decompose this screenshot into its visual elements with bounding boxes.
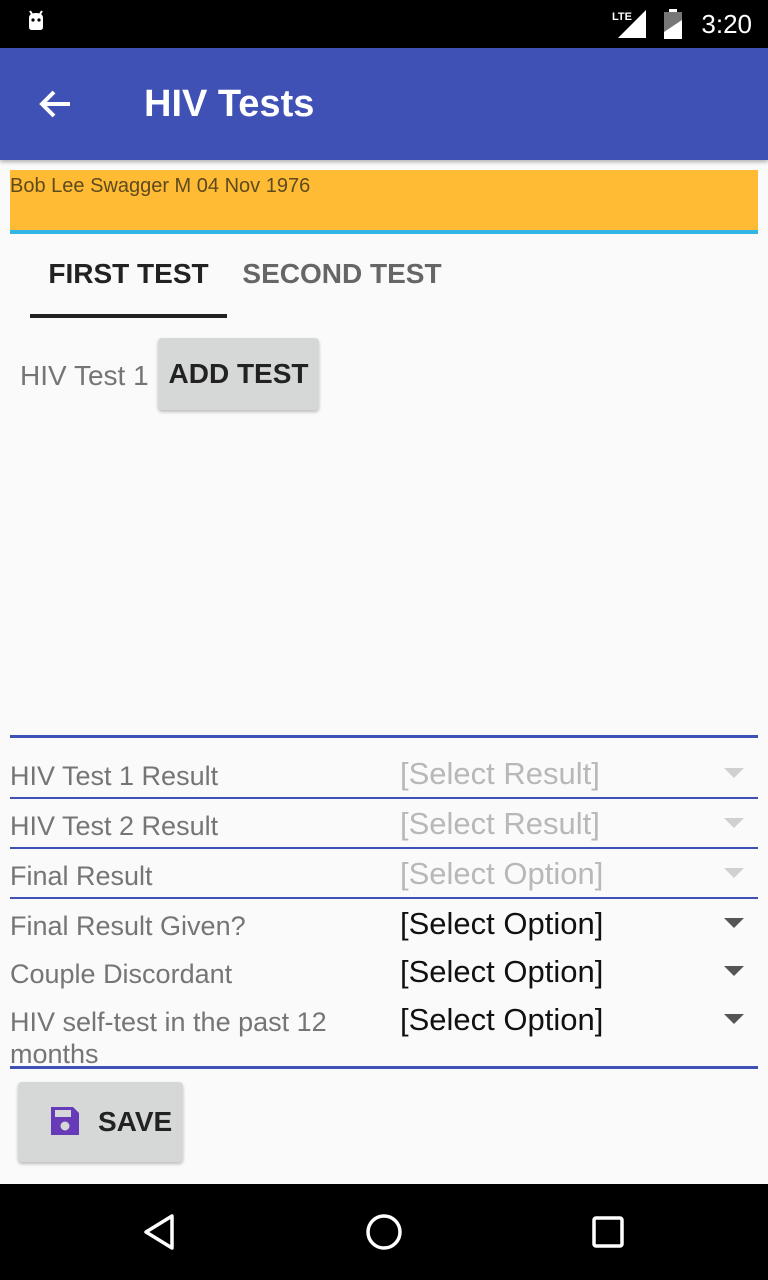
row-label: Couple Discordant [10,959,233,989]
app-bar: HIV Tests [0,48,768,160]
page-title: HIV Tests [144,83,315,125]
row-divider [10,847,758,849]
status-bar: LTE 3:20 [0,0,768,48]
select-self-test[interactable]: [Select Option] [400,1000,603,1040]
svg-text:LTE: LTE [612,11,632,23]
row-divider [10,797,758,799]
form-row-test1-result[interactable]: HIV Test 1 Result [Select Result] [10,756,758,796]
nav-home-button[interactable] [360,1208,408,1256]
screen: LTE 3:20 HIV Tests Bob Lee Swagger M 04 … [0,0,768,1280]
row-label: HIV self-test in the past 12 months [10,1007,327,1069]
navigation-bar [0,1184,768,1280]
patient-summary: Bob Lee Swagger M 04 Nov 1976 [10,175,311,197]
arrow-back-icon [39,90,70,118]
form-bottom-divider [10,1066,758,1069]
nav-home-icon [366,1214,402,1250]
row-label: HIV Test 2 Result [10,811,219,841]
back-button[interactable] [24,72,88,136]
status-clock: 3:20 [701,9,752,39]
form-top-divider [10,735,758,738]
select-couple-discordant[interactable]: [Select Option] [400,952,603,992]
tab-first-test[interactable]: FIRST TEST [30,236,227,318]
nav-recents-button[interactable] [584,1208,632,1256]
dropdown-arrow-icon [724,768,744,778]
select-final-result[interactable]: [Select Option] [400,854,603,894]
form-row-final-result[interactable]: Final Result [Select Option] [10,856,758,896]
dropdown-arrow-icon [724,868,744,878]
form-row-self-test[interactable]: HIV self-test in the past 12 months [Sel… [10,1002,758,1069]
dropdown-arrow-icon [724,918,744,928]
select-test1-result[interactable]: [Select Result] [400,754,600,794]
patient-banner: Bob Lee Swagger M 04 Nov 1976 [10,170,758,234]
nav-recents-icon [592,1216,624,1248]
save-button[interactable]: SAVE [18,1082,183,1162]
lte-signal-icon: LTE [612,10,646,38]
form-row-test2-result[interactable]: HIV Test 2 Result [Select Result] [10,806,758,846]
add-test-button[interactable]: ADD TEST [158,338,319,410]
form-row-final-result-given[interactable]: Final Result Given? [Select Option] [10,906,758,946]
battery-icon [664,9,682,39]
save-label: SAVE [98,1106,173,1137]
nav-back-button[interactable] [136,1208,184,1256]
form-row-couple-discordant[interactable]: Couple Discordant [Select Option] [10,954,758,994]
android-debug-icon [29,10,43,30]
select-test2-result[interactable]: [Select Result] [400,804,600,844]
row-label: Final Result [10,861,153,891]
row-divider [10,897,758,899]
nav-back-icon [144,1214,174,1250]
dropdown-arrow-icon [724,818,744,828]
dropdown-arrow-icon [724,966,744,976]
save-icon [51,1107,79,1135]
row-label: HIV Test 1 Result [10,761,219,791]
row-label: Final Result Given? [10,911,246,941]
select-final-result-given[interactable]: [Select Option] [400,904,603,944]
hiv-test-label: HIV Test 1 [20,360,149,391]
tab-bar: FIRST TEST SECOND TEST [30,236,758,318]
tab-second-test[interactable]: SECOND TEST [240,236,444,318]
dropdown-arrow-icon [724,1014,744,1024]
